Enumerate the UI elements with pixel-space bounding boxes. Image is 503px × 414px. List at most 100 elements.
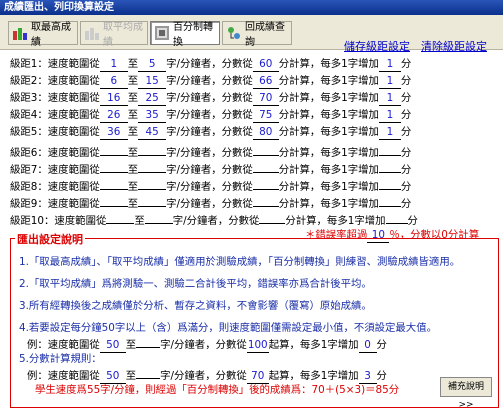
score-input[interactable]	[252, 176, 279, 190]
to-label: 至	[127, 58, 139, 70]
score-calc-label: 分計算，每多1字增加	[278, 58, 379, 70]
unit-label: 字/分鐘者，分數從	[166, 109, 253, 121]
level-row: 級距6：速度範圍從至字/分鐘者，分數從 分計算，每多1字增加分	[10, 142, 411, 159]
to-label: 至	[127, 92, 139, 104]
score-input[interactable]	[252, 193, 279, 207]
increment-input[interactable]	[378, 193, 401, 207]
speed-from-input[interactable]: 16	[99, 92, 128, 106]
average-score-icon	[85, 28, 99, 40]
best-score-label: 取最高成績	[31, 22, 71, 48]
increment-input[interactable]: 1	[378, 58, 401, 72]
percent-convert-icon	[155, 26, 169, 40]
ex1-from: 50	[99, 339, 126, 353]
score-input[interactable]: 60	[252, 58, 279, 72]
increment-input[interactable]: 1	[378, 75, 401, 89]
back-to-query-button[interactable]: 回成績查詢	[222, 21, 292, 48]
speed-from-input[interactable]: 36	[99, 126, 128, 140]
speed-from-input[interactable]	[99, 193, 128, 207]
level-row: 級距9：速度範圍從至字/分鐘者，分數從 分計算，每多1字增加分	[10, 193, 411, 210]
explain-line-3: 3.所有經轉換後之成績僅於分析、暫存之資料，不會影響（覆寫）原始成績。	[19, 300, 372, 312]
speed-from-input[interactable]	[106, 210, 135, 224]
points-label: 分	[400, 109, 412, 121]
speed-from-input[interactable]: 6	[99, 75, 128, 89]
score-input[interactable]: 80	[252, 126, 279, 140]
level-row: 級距8：速度範圍從至字/分鐘者，分數從 分計算，每多1字增加分	[10, 176, 411, 193]
level-label: 級距5：速度範圍從	[10, 126, 100, 138]
increment-input[interactable]	[378, 159, 401, 173]
increment-input[interactable]: 1	[378, 92, 401, 106]
unit-label: 字/分鐘者，分數從	[166, 126, 253, 138]
speed-to-input[interactable]	[138, 142, 167, 156]
to-label: 至	[127, 75, 139, 87]
clear-levels-link[interactable]: 清除級距設定	[421, 38, 487, 54]
ex1-to	[136, 334, 161, 348]
average-score-label: 取平均成績	[103, 22, 143, 48]
ex1-mid: 至	[125, 339, 137, 351]
explain-line-5: 5.分數計算規則：	[19, 353, 102, 365]
back-to-query-icon	[228, 27, 240, 39]
speed-to-input[interactable]: 35	[138, 109, 167, 123]
ex1-score: 100	[246, 339, 269, 353]
speed-to-input[interactable]	[138, 193, 167, 207]
best-score-button[interactable]: 取最高成績	[8, 21, 78, 48]
explain-line-6: 學生速度爲55字/分鐘，則經過「百分制轉換」後的成績爲：70＋(5×3)＝85分	[35, 384, 400, 396]
speed-from-input[interactable]: 1	[99, 58, 128, 72]
export-settings-explanation: 匯出設定說明 1.「取最高成績」、「取平均成績」僅適用於測驗成績，「百分制轉換」…	[10, 231, 499, 410]
score-input[interactable]	[252, 142, 279, 156]
level-label: 級距4：速度範圍從	[10, 109, 100, 121]
explain-line-1: 1.「取最高成績」、「取平均成績」僅適用於測驗成績，「百分制轉換」則練習、測驗成…	[19, 256, 461, 268]
level-label: 級距3：速度範圍從	[10, 92, 100, 104]
score-calc-label: 分計算，每多1字增加	[278, 126, 379, 138]
score-input[interactable]	[252, 159, 279, 173]
score-input[interactable]: 70	[252, 92, 279, 106]
increment-input[interactable]	[385, 210, 408, 224]
increment-input[interactable]: 1	[378, 109, 401, 123]
back-to-query-label: 回成績查詢	[245, 22, 285, 48]
increment-input[interactable]	[378, 176, 401, 190]
increment-input[interactable]	[378, 142, 401, 156]
score-calc-label: 分計算，每多1字增加	[278, 109, 379, 121]
points-label: 分	[400, 75, 412, 87]
more-info-button[interactable]: 補充說明>>	[440, 377, 492, 410]
points-label: 分	[400, 126, 412, 138]
ex2-to	[136, 365, 161, 379]
ex1-inc: 0	[358, 339, 377, 353]
level-row: 級距2：速度範圍從 6 至 15 字/分鐘者，分數從 66 分計算，每多1字增加 1 分	[10, 74, 411, 89]
level-row: 級距5：速度範圍從 36 至 45 字/分鐘者，分數從 80 分計算，每多1字增加 1 分	[10, 125, 411, 140]
speed-to-input[interactable]: 5	[138, 58, 167, 72]
score-input[interactable]: 66	[252, 75, 279, 89]
speed-to-input[interactable]: 45	[138, 126, 167, 140]
level-label: 級距10：速度範圍從	[10, 215, 107, 227]
level-row: 級距10：速度範圍從至字/分鐘者，分數從 分計算，每多1字增加分	[10, 210, 418, 227]
speed-to-input[interactable]: 25	[138, 92, 167, 106]
best-score-icon	[13, 28, 27, 40]
level-label: 級距1：速度範圍從	[10, 58, 100, 70]
window-title: 成績匯出、列印換算設定	[0, 0, 503, 15]
speed-to-input[interactable]	[144, 210, 173, 224]
score-input[interactable]: 75	[252, 109, 279, 123]
speed-to-input[interactable]: 15	[138, 75, 167, 89]
speed-to-input[interactable]	[138, 159, 167, 173]
save-levels-link[interactable]: 儲存級距設定	[344, 38, 410, 54]
percent-convert-label: 百分制轉換	[173, 22, 213, 48]
level-row: 級距4：速度範圍從 26 至 35 字/分鐘者，分數從 75 分計算，每多1字增加 1 分	[10, 108, 411, 123]
unit-label: 字/分鐘者，分數從	[166, 92, 253, 104]
speed-from-input[interactable]	[99, 142, 128, 156]
unit-label: 字/分鐘者，分數從	[172, 215, 260, 227]
ex1-tail: 起算，每多1字增加	[268, 339, 359, 351]
average-score-button[interactable]: 取平均成績	[80, 21, 148, 48]
percent-convert-button[interactable]: 百分制轉換	[150, 21, 220, 48]
ex1-end: 分	[376, 339, 387, 351]
score-calc-label: 分計算，每多1字增加	[278, 92, 379, 104]
level-row: 級距3：速度範圍從 16 至 25 字/分鐘者，分數從 70 分計算，每多1字增加 1 分	[10, 91, 411, 106]
score-input[interactable]	[259, 210, 286, 224]
speed-from-input[interactable]	[99, 176, 128, 190]
increment-input[interactable]: 1	[378, 126, 401, 140]
speed-from-input[interactable]	[99, 159, 128, 173]
unit-label: 字/分鐘者，分數從	[166, 58, 253, 70]
speed-to-input[interactable]	[138, 176, 167, 190]
points-label: 分	[400, 58, 412, 70]
speed-from-input[interactable]: 26	[99, 109, 128, 123]
explanation-title: 匯出設定說明	[15, 231, 85, 247]
points-label: 分	[400, 92, 412, 104]
